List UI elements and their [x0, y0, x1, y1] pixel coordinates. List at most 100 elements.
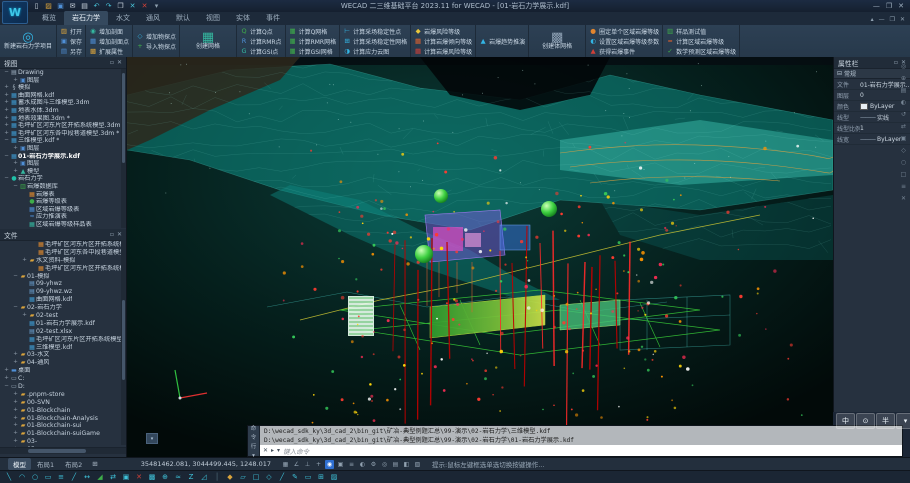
- tree-item[interactable]: ▤02-test.xlsx: [0, 328, 126, 336]
- expand-toggle-icon[interactable]: +: [21, 257, 28, 265]
- tree-item[interactable]: ▦毛坪矿区河东各中段巷道模型.3dm: [0, 249, 126, 257]
- doc-close-icon[interactable]: ✕: [900, 16, 905, 23]
- expand-toggle-icon[interactable]: +: [3, 115, 10, 123]
- calc-rockburst-tendency-button[interactable]: ▦计算岩爆倾向等级: [414, 36, 472, 46]
- expand-toggle-icon[interactable]: −: [12, 183, 19, 191]
- tree-item[interactable]: ▤09-yhwz.wz: [0, 288, 126, 296]
- side-tool-icon-5[interactable]: ⇄: [901, 123, 906, 130]
- tree-item[interactable]: +▦蓄水成图斗三维模型.3dm: [0, 99, 126, 107]
- spline-tool-icon[interactable]: ≈: [172, 472, 184, 483]
- rect-tool-icon[interactable]: ▭: [42, 472, 54, 483]
- redo-icon[interactable]: ↷: [104, 1, 113, 11]
- mirror-tool-icon[interactable]: ⇄: [107, 472, 119, 483]
- side-tool-icon-2[interactable]: ▤: [901, 87, 907, 94]
- view-tree-scrollbar[interactable]: [121, 69, 126, 228]
- tree-item[interactable]: +▰02-test: [0, 312, 126, 320]
- zigzag-tool-icon[interactable]: Z: [185, 472, 197, 483]
- expand-toggle-icon[interactable]: +: [3, 375, 10, 383]
- expand-toggle-icon[interactable]: +: [12, 77, 19, 85]
- track-icon[interactable]: ▣: [336, 460, 345, 469]
- expand-toggle-icon[interactable]: −: [3, 69, 10, 77]
- calc-rmr-point-button[interactable]: R计算RMR点: [240, 36, 282, 46]
- dock-arrow-icon[interactable]: ▾: [252, 453, 255, 459]
- tree-item[interactable]: ▦01-岩石力学展示.kdf: [0, 320, 126, 328]
- expand-toggle-icon[interactable]: +: [3, 367, 10, 375]
- close-icon[interactable]: ✕: [117, 59, 122, 66]
- tree-item[interactable]: −▤Drawing: [0, 69, 126, 77]
- dock-collapse-button[interactable]: ▾: [146, 433, 158, 444]
- add-geophys-point-button[interactable]: ◇增加物探点: [136, 31, 176, 41]
- tree-item[interactable]: ▦毛坪矿区河东片区开拓系统模型.3dm: [0, 336, 126, 344]
- snap-icon[interactable]: +: [314, 460, 323, 469]
- tree-item[interactable]: ▦毛坪矿区河东片区开拓系统模型.3dm: [0, 265, 126, 273]
- osnap-icon[interactable]: ◉: [325, 460, 334, 469]
- file-tree-scrollbar[interactable]: [121, 240, 126, 445]
- expand-toggle-icon[interactable]: +: [12, 168, 19, 176]
- expand-toggle-icon[interactable]: +: [12, 160, 19, 168]
- tree-item[interactable]: ▦毛坪矿区河东片区开拓系统模型.3dm: [0, 241, 126, 249]
- tree-item[interactable]: −▥岩爆数据库: [0, 183, 126, 191]
- create-volume-mesh-icon[interactable]: ▩创建体网格: [532, 32, 582, 50]
- tree-item[interactable]: ▦三维模型.kdf: [0, 344, 126, 352]
- tree-item[interactable]: +▰01-Blockchain-suiGame: [0, 430, 126, 438]
- open-button[interactable]: ▨打开: [60, 26, 82, 36]
- import-geophys-point-button[interactable]: +导入物探点: [136, 41, 176, 51]
- close-window-icon[interactable]: ✕: [898, 2, 904, 10]
- array-tool-icon[interactable]: ▣: [120, 472, 132, 483]
- calc-rmr-grid-button[interactable]: ▦计算RMR网格: [289, 36, 337, 46]
- expand-toggle-icon[interactable]: −: [12, 273, 19, 281]
- box-tool-icon[interactable]: □: [250, 472, 262, 483]
- close-icon[interactable]: ✕: [117, 231, 122, 238]
- expand-toggle-icon[interactable]: +: [12, 399, 19, 407]
- wecad-logo-icon[interactable]: W: [2, 1, 28, 24]
- tree-item[interactable]: ▦区域岩爆等级表: [0, 206, 126, 214]
- tab-实体[interactable]: 实体: [228, 11, 258, 25]
- tree-item[interactable]: +▣图层: [0, 77, 126, 85]
- expand-toggle-icon[interactable]: +: [12, 430, 19, 438]
- tree-item[interactable]: +§模拟: [0, 84, 126, 92]
- texture-tool-icon[interactable]: ▨: [328, 472, 340, 483]
- tree-item[interactable]: −●岩石力学: [0, 175, 126, 183]
- expand-toggle-icon[interactable]: −: [3, 153, 10, 161]
- print-icon[interactable]: ▤: [80, 1, 89, 11]
- ortho-icon[interactable]: ∠: [292, 460, 301, 469]
- tree-item[interactable]: −▦三维模型.kdf *: [0, 137, 126, 145]
- half-view-button[interactable]: 半: [876, 413, 895, 429]
- center-view-button[interactable]: 中: [836, 413, 855, 429]
- expand-toggle-icon[interactable]: +: [3, 107, 10, 115]
- layout-tab-布局1[interactable]: 布局1: [32, 458, 59, 470]
- tree-item[interactable]: +▰03-水文: [0, 351, 126, 359]
- tree-item[interactable]: +▦曲面网格.kdf: [0, 92, 126, 100]
- side-tool-icon-10[interactable]: ≡: [901, 183, 906, 190]
- restore-icon[interactable]: ❐: [886, 2, 892, 10]
- circle-tool-icon[interactable]: ○: [29, 472, 41, 483]
- create-grid-icon[interactable]: ▦创建网格: [183, 32, 233, 50]
- extended-props-button[interactable]: ▩扩展属性: [89, 46, 129, 56]
- pin-icon[interactable]: ▫: [110, 59, 114, 66]
- open-file-icon[interactable]: ▨: [44, 1, 53, 11]
- expand-toggle-icon[interactable]: +: [3, 130, 10, 138]
- tree-item[interactable]: +▰水文资料-模拟: [0, 257, 126, 265]
- tree-item[interactable]: +▬桌面: [0, 367, 126, 375]
- side-tool-icon-3[interactable]: ◐: [901, 99, 906, 106]
- calc-q-point-button[interactable]: Q计算Q点: [240, 26, 282, 36]
- minimize-icon[interactable]: —: [873, 2, 880, 10]
- diamond-tool-icon[interactable]: ◇: [263, 472, 275, 483]
- doc-minimize-icon[interactable]: —: [879, 16, 885, 23]
- block-tool-icon[interactable]: ▩: [146, 472, 158, 483]
- insert-tool-icon[interactable]: ⊕: [159, 472, 171, 483]
- expand-toggle-icon[interactable]: +: [3, 84, 10, 92]
- command-history[interactable]: D:\wecad_sdk_ky\3d_cad_2\bin_git\矿冶-典型例题…: [260, 426, 902, 445]
- tree-item[interactable]: +▰01-Blockchain-Analysis: [0, 415, 126, 423]
- hatch-tool-icon[interactable]: ◢: [94, 472, 106, 483]
- tree-item[interactable]: −▰01-模拟: [0, 273, 126, 281]
- move-tool-icon[interactable]: ↔: [81, 472, 93, 483]
- pen-tool-icon[interactable]: ✎: [289, 472, 301, 483]
- triangle-tool-icon[interactable]: ◿: [198, 472, 210, 483]
- expand-toggle-icon[interactable]: +: [12, 145, 19, 153]
- side-tool-icon-8[interactable]: ○: [901, 159, 906, 166]
- polyline-tool-icon[interactable]: ≡: [55, 472, 67, 483]
- undo-icon[interactable]: ↶: [92, 1, 101, 11]
- 3d-viewport[interactable]: [127, 57, 833, 457]
- side-tool-icon-9[interactable]: □: [901, 171, 907, 178]
